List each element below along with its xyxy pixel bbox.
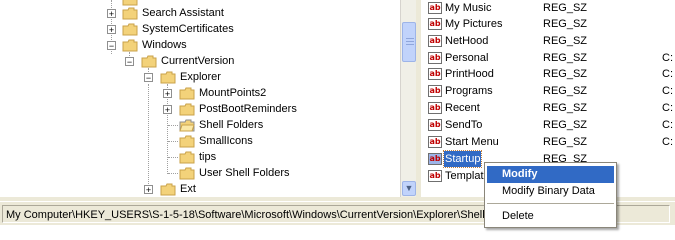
folder-icon xyxy=(160,183,176,196)
value-name: SendTo xyxy=(445,119,483,131)
string-value-icon: ab xyxy=(428,119,442,131)
tree-item-label: Shell Folders xyxy=(199,119,264,131)
tree-item-label: PostBootReminders xyxy=(199,103,297,115)
tree-item-label: Search Assistant xyxy=(142,7,224,19)
string-value-icon: ab xyxy=(428,136,442,148)
string-value-icon: ab xyxy=(428,18,442,30)
folder-icon xyxy=(122,39,138,52)
value-data: C: xyxy=(662,136,673,148)
value-type: REG_SZ xyxy=(543,18,588,30)
value-type: REG_SZ xyxy=(543,68,588,80)
folder-icon xyxy=(179,135,195,148)
value-name: Programs xyxy=(445,85,493,97)
string-value-icon: ab xyxy=(428,153,442,165)
menu-item-modify[interactable]: Modify xyxy=(487,166,614,183)
folder-open-icon xyxy=(179,119,195,132)
tree-item-label: SystemCertificates xyxy=(142,23,234,35)
expand-icon[interactable]: + xyxy=(107,9,116,19)
chevron-down-icon: ▼ xyxy=(404,183,414,193)
expand-icon[interactable]: + xyxy=(163,89,172,99)
value-name: Start Menu xyxy=(445,136,499,148)
collapse-icon[interactable]: − xyxy=(144,73,153,83)
string-value-icon: ab xyxy=(428,68,442,80)
value-name: Recent xyxy=(445,102,480,114)
collapse-icon[interactable]: − xyxy=(125,57,134,67)
folder-icon xyxy=(179,87,195,100)
folder-icon xyxy=(141,55,157,68)
tree-item-label: CurrentVersion xyxy=(161,55,235,67)
menu-separator xyxy=(487,203,614,204)
menu-item-modify-binary-data[interactable]: Modify Binary Data xyxy=(487,183,614,200)
value-type: REG_SZ xyxy=(543,102,588,114)
folder-open-icon xyxy=(160,71,176,84)
tree-item-label: SmallIcons xyxy=(199,135,253,147)
value-type: REG_SZ xyxy=(543,136,588,148)
scrollbar-thumb[interactable] xyxy=(402,22,416,62)
tree-item-label: Ext xyxy=(180,183,196,195)
tree-item-search-assistant[interactable]: + Search Assistant xyxy=(0,5,400,21)
value-name: NetHood xyxy=(445,35,489,47)
tree-item-shell-folders[interactable]: Shell Folders xyxy=(0,117,400,133)
expand-icon[interactable]: + xyxy=(144,185,153,195)
tree-vertical-scrollbar[interactable]: ▼ xyxy=(400,0,416,197)
value-type: REG_SZ xyxy=(543,119,588,131)
value-data: C: xyxy=(662,52,673,64)
scroll-down-button[interactable]: ▼ xyxy=(402,181,416,196)
string-value-icon: ab xyxy=(428,2,442,14)
tree-item-mountpoints2[interactable]: + MountPoints2 xyxy=(0,85,400,101)
value-data: C: xyxy=(662,102,673,114)
folder-icon xyxy=(179,103,195,116)
value-data: C: xyxy=(662,68,673,80)
tree-item-ext[interactable]: + Ext xyxy=(0,181,400,197)
tree-item-currentversion[interactable]: − CurrentVersion xyxy=(0,53,400,69)
folder-icon xyxy=(179,151,195,164)
collapse-icon[interactable]: − xyxy=(107,41,116,51)
string-value-icon: ab xyxy=(428,170,442,182)
tree-item-label: Explorer xyxy=(180,71,221,83)
tree-item-label: User Shell Folders xyxy=(199,167,290,179)
tree-item-user-shell-folders[interactable]: User Shell Folders xyxy=(0,165,400,181)
string-value-icon: ab xyxy=(428,52,442,64)
tree-item-label: MountPoints2 xyxy=(199,87,267,99)
tree-item-label: Windows xyxy=(142,39,187,51)
value-name: PrintHood xyxy=(445,68,494,80)
value-name: My Music xyxy=(445,2,492,14)
tree-item-explorer[interactable]: − Explorer xyxy=(0,69,400,85)
value-type: REG_SZ xyxy=(543,52,588,64)
tree-item-systemcertificates[interactable]: + SystemCertificates xyxy=(0,21,400,37)
value-type: REG_SZ xyxy=(543,85,588,97)
value-name: Startup xyxy=(442,150,483,168)
string-value-icon: ab xyxy=(428,102,442,114)
tree-item-windows[interactable]: − Windows xyxy=(0,37,400,53)
value-name: Templat xyxy=(445,170,484,182)
value-name: Personal xyxy=(445,52,489,64)
tree-item-label: tips xyxy=(199,151,217,163)
tree-item-tips[interactable]: tips xyxy=(0,149,400,165)
folder-icon xyxy=(122,23,138,36)
value-type: REG_SZ xyxy=(543,35,588,47)
string-value-icon: ab xyxy=(428,35,442,47)
registry-tree-pane[interactable]: + Search Assistant + SystemCertificates … xyxy=(0,0,400,197)
value-data: C: xyxy=(662,85,673,97)
menu-item-delete[interactable]: Delete xyxy=(487,208,614,225)
tree-item-postbootreminders[interactable]: + PostBootReminders xyxy=(0,101,400,117)
expand-icon[interactable]: + xyxy=(107,25,116,35)
context-menu[interactable]: Modify Modify Binary Data Delete xyxy=(484,162,617,228)
string-value-icon: ab xyxy=(428,85,442,97)
value-name: My Pictures xyxy=(445,18,503,30)
folder-icon xyxy=(179,167,195,180)
tree-item-smallicons[interactable]: SmallIcons xyxy=(0,133,400,149)
folder-icon xyxy=(122,7,138,20)
expand-icon[interactable]: + xyxy=(163,105,172,115)
value-data: C: xyxy=(662,119,673,131)
value-type: REG_SZ xyxy=(543,2,588,14)
